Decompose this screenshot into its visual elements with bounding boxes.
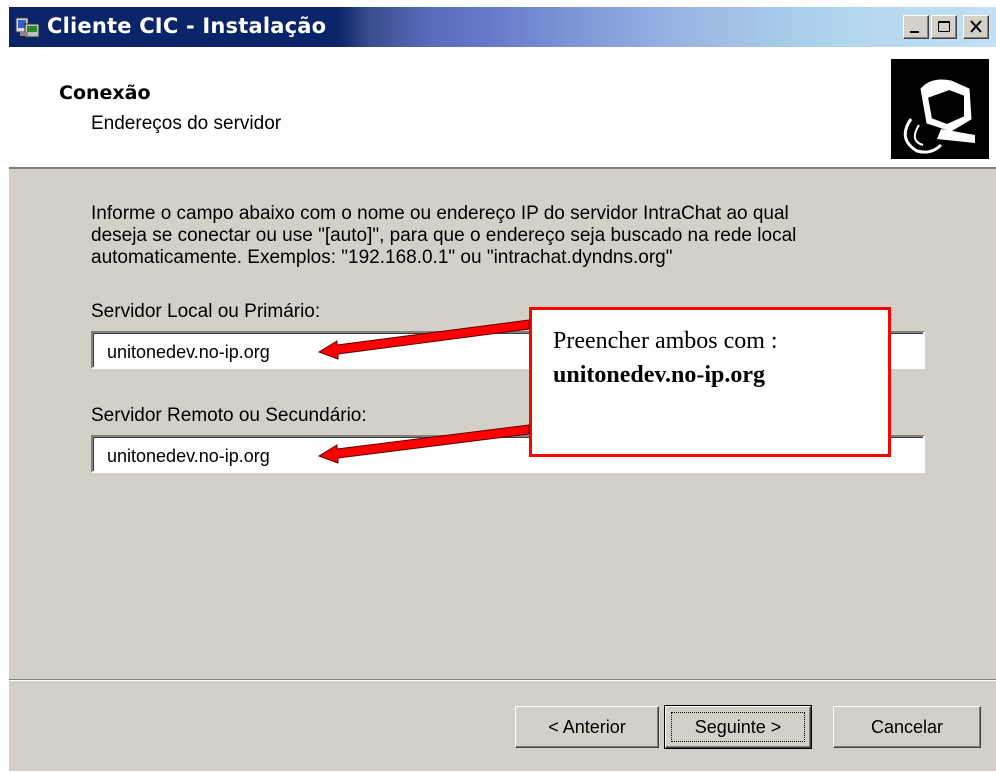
installer-window: Cliente CIC - Instalação Conexão Endereç…	[8, 6, 996, 771]
annotation-arrows	[317, 319, 530, 464]
previous-button[interactable]: < Anterior	[515, 706, 659, 748]
cancel-button[interactable]: Cancelar	[833, 706, 981, 748]
arrow-to-local-field	[317, 319, 530, 360]
next-button[interactable]: Seguinte >	[664, 705, 812, 749]
footer-divider	[9, 679, 996, 681]
arrow-to-remote-field	[317, 424, 530, 464]
